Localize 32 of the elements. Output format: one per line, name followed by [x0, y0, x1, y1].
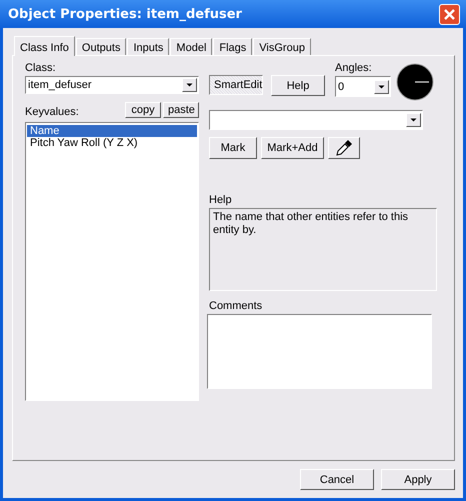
- copy-button[interactable]: copy: [125, 102, 161, 118]
- tab[interactable]: Inputs: [127, 38, 170, 55]
- close-icon[interactable]: [439, 4, 460, 24]
- dropdown-caret-icon[interactable]: [374, 80, 389, 94]
- dialog-button[interactable]: Cancel: [300, 469, 374, 490]
- keyvalue-item[interactable]: Name: [27, 125, 197, 137]
- help-text: The name that other entities refer to this entity by.: [209, 208, 437, 291]
- smartedit-button[interactable]: SmartEdit: [209, 75, 263, 95]
- tab[interactable]: VisGroup: [253, 38, 311, 55]
- class-label: Class:: [25, 62, 57, 75]
- paste-button[interactable]: paste: [163, 102, 199, 118]
- angles-label: Angles:: [335, 62, 372, 74]
- tab[interactable]: Flags: [213, 38, 252, 55]
- tab[interactable]: Class Info: [14, 36, 75, 56]
- mark-button[interactable]: Mark+Add: [261, 137, 324, 159]
- help-label: Help: [209, 194, 233, 207]
- dropdown-caret-icon[interactable]: [406, 113, 421, 127]
- tab[interactable]: Outputs: [76, 38, 126, 55]
- keyvalues-label: Keyvalues:: [25, 105, 79, 118]
- value-dropdown[interactable]: [209, 110, 423, 130]
- class-dropdown[interactable]: item_defuser: [25, 76, 199, 94]
- angle-dial-icon[interactable]: [396, 63, 434, 101]
- help-button[interactable]: Help: [271, 75, 325, 96]
- tab[interactable]: Model: [170, 38, 212, 55]
- keyvalue-item[interactable]: Pitch Yaw Roll (Y Z X): [27, 137, 197, 149]
- comments-label: Comments: [209, 300, 264, 313]
- dropdown-caret-icon[interactable]: [182, 78, 197, 92]
- dialog-button[interactable]: Apply: [381, 469, 455, 490]
- comments-field[interactable]: [207, 314, 432, 389]
- mark-button[interactable]: Mark: [209, 137, 257, 159]
- window-title: Object Properties: item_defuser: [8, 6, 242, 22]
- angles-dropdown[interactable]: 0: [335, 76, 391, 97]
